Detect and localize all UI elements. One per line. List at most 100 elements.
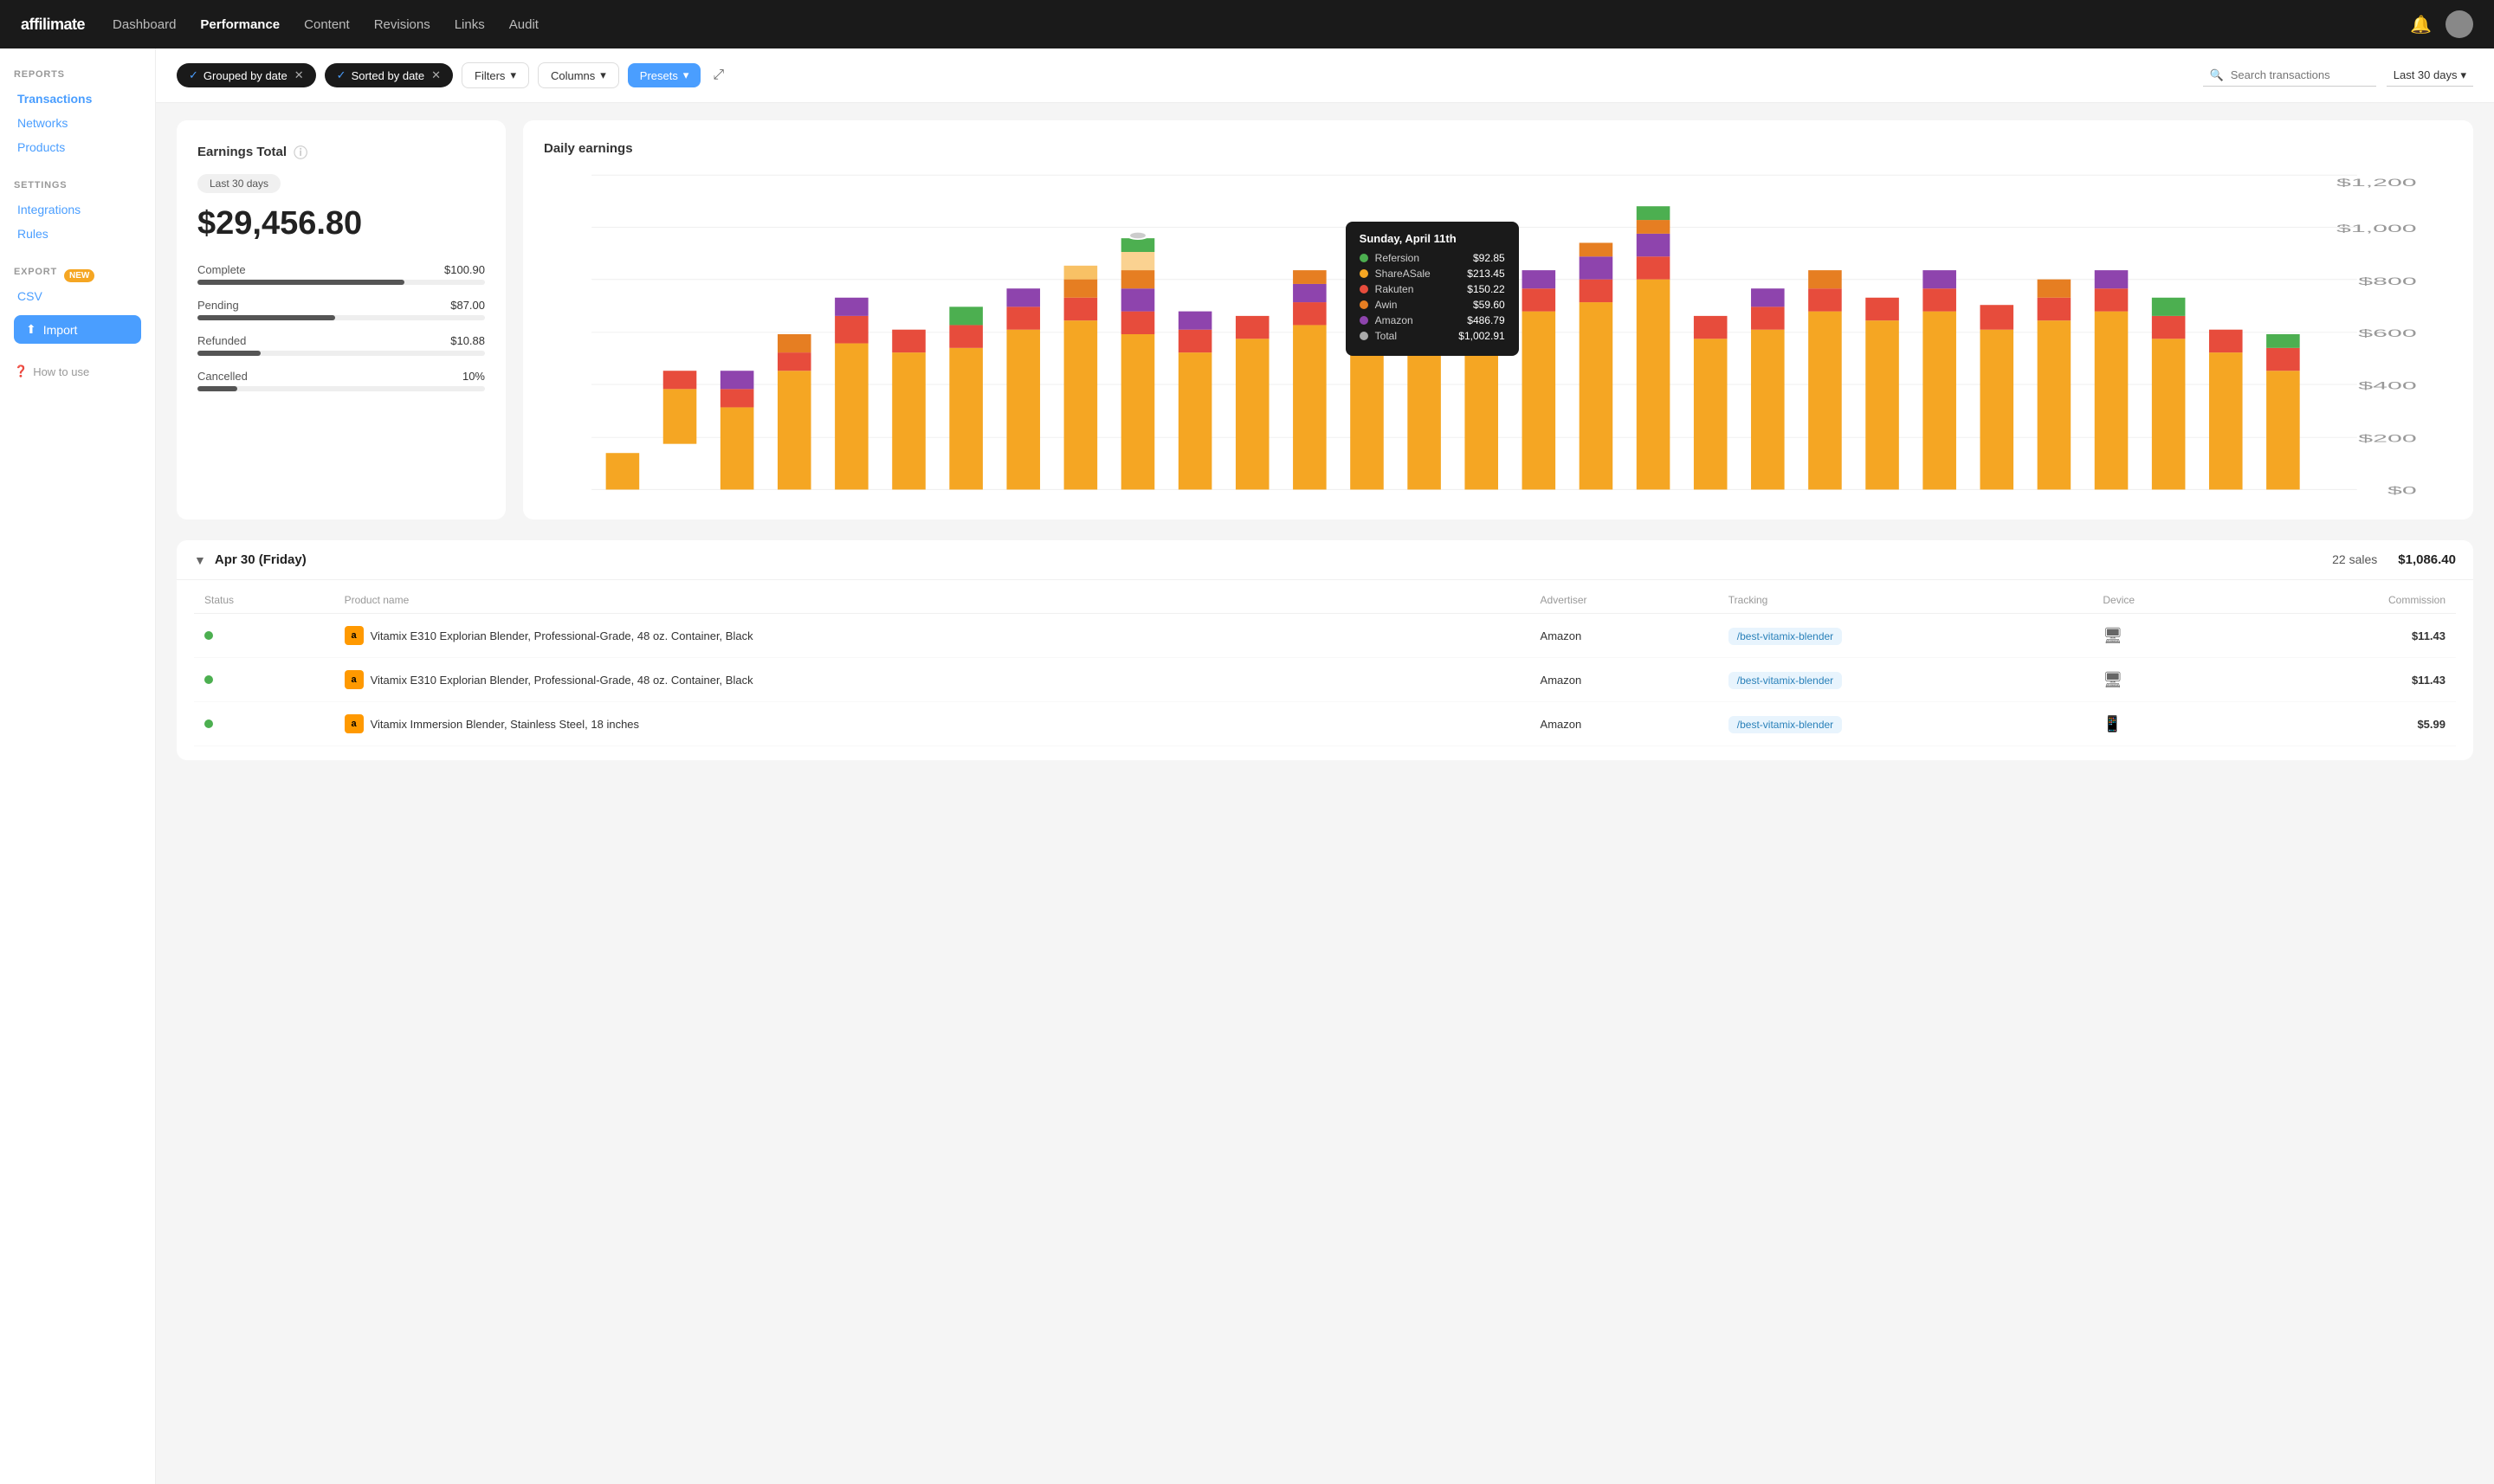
upload-icon: ⬆ <box>26 322 36 337</box>
row-tracking: /best-vitamix-blender <box>1718 702 2093 746</box>
tooltip-awin-name: Awin <box>1375 299 1466 311</box>
status-dot-green-3 <box>204 719 213 728</box>
row-device: 🖥 <box>2092 614 2239 658</box>
tracking-tag-2[interactable]: /best-vitamix-blender <box>1728 672 1842 689</box>
desktop-icon-2: 🖥 <box>2103 671 2122 688</box>
sidebar-reports-section: REPORTS Transactions Networks Products <box>14 69 141 159</box>
tracking-tag[interactable]: /best-vitamix-blender <box>1728 628 1842 645</box>
stat-pending: Pending $87.00 <box>197 299 485 320</box>
grouped-by-date-tag[interactable]: ✓ Grouped by date ✕ <box>177 63 316 87</box>
search-box[interactable]: 🔍 <box>2203 65 2376 87</box>
sidebar-export-label: EXPORT <box>14 267 57 277</box>
collapse-icon[interactable]: ▼ <box>194 553 206 567</box>
row-product: a Vitamix Immersion Blender, Stainless S… <box>334 702 1530 746</box>
search-input[interactable] <box>2231 68 2369 81</box>
group-total: $1,086.40 <box>2398 552 2456 567</box>
filters-button[interactable]: Filters ▾ <box>462 62 529 88</box>
chart-area: Sunday, April 11th Refersion $92.85 Shar… <box>544 170 2452 499</box>
toolbar: ✓ Grouped by date ✕ ✓ Sorted by date ✕ F… <box>156 48 2494 103</box>
svg-text:$600: $600 <box>2358 328 2416 339</box>
amazon-brand-icon: a <box>345 626 364 645</box>
tooltip-refersion-val: $92.85 <box>1473 252 1505 264</box>
date-group-header[interactable]: ▼ Apr 30 (Friday) 22 sales $1,086.40 <box>177 540 2473 580</box>
expand-icon[interactable]: ⤢ <box>713 68 724 83</box>
top-panels: Earnings Total ⓘ Last 30 days $29,456.80… <box>177 120 2473 519</box>
main-layout: REPORTS Transactions Networks Products S… <box>0 48 2494 1484</box>
tooltip-refersion-name: Refersion <box>1375 252 1466 264</box>
avatar[interactable] <box>2446 10 2473 38</box>
how-to-use[interactable]: ❓ How to use <box>14 365 141 378</box>
amazon-brand-icon-2: a <box>345 670 364 689</box>
stat-pending-label: Pending <box>197 299 239 312</box>
sidebar-item-rules[interactable]: Rules <box>14 222 141 246</box>
rakuten-dot <box>1360 285 1368 294</box>
nav-links[interactable]: Links <box>455 17 485 32</box>
awin-dot <box>1360 300 1368 309</box>
svg-text:$200: $200 <box>2358 433 2416 444</box>
sidebar-export-section: EXPORT NEW CSV ⬆ Import <box>14 267 141 344</box>
chevron-down-icon-4: ▾ <box>2460 68 2466 82</box>
group-sales: 22 sales <box>2332 552 2377 567</box>
presets-button[interactable]: Presets ▾ <box>628 63 701 87</box>
notification-bell-icon[interactable]: 🔔 <box>2410 14 2432 35</box>
row-advertiser: Amazon <box>1530 614 1718 658</box>
close-grouped-icon[interactable]: ✕ <box>294 68 304 82</box>
svg-text:$400: $400 <box>2358 380 2416 391</box>
logo[interactable]: affilimate <box>21 16 85 34</box>
total-amount: $29,456.80 <box>197 205 485 242</box>
period-badge: Last 30 days <box>197 174 281 193</box>
import-button[interactable]: ⬆ Import <box>14 315 141 344</box>
row-advertiser: Amazon <box>1530 658 1718 702</box>
check-icon-2: ✓ <box>337 68 346 82</box>
desktop-icon: 🖥 <box>2103 627 2122 644</box>
nav-audit[interactable]: Audit <box>509 17 539 32</box>
chart-title: Daily earnings <box>544 141 2452 156</box>
nav-performance[interactable]: Performance <box>200 17 280 32</box>
total-dot <box>1360 332 1368 340</box>
stat-cancelled: Cancelled 10% <box>197 370 485 391</box>
transactions-table: Status Product name Advertiser Tracking … <box>194 587 2456 746</box>
nav-content[interactable]: Content <box>304 17 350 32</box>
chart-tooltip: Sunday, April 11th Refersion $92.85 Shar… <box>1346 222 1519 356</box>
sidebar-item-networks[interactable]: Networks <box>14 111 141 135</box>
columns-button[interactable]: Columns ▾ <box>538 62 619 88</box>
nav-revisions[interactable]: Revisions <box>374 17 430 32</box>
help-icon: ❓ <box>14 365 28 378</box>
svg-text:$0: $0 <box>2387 485 2417 496</box>
group-summary: 22 sales $1,086.40 <box>2332 552 2456 567</box>
row-product: a Vitamix E310 Explorian Blender, Profes… <box>334 614 1530 658</box>
row-status <box>194 702 334 746</box>
mobile-icon: 📱 <box>2103 715 2122 732</box>
row-device: 📱 <box>2092 702 2239 746</box>
earnings-title-row: Earnings Total ⓘ <box>197 141 485 162</box>
tooltip-total: Total $1,002.91 <box>1360 330 1505 342</box>
tracking-tag-3[interactable]: /best-vitamix-blender <box>1728 716 1842 733</box>
row-status <box>194 658 334 702</box>
sorted-by-date-tag[interactable]: ✓ Sorted by date ✕ <box>325 63 453 87</box>
grouped-by-date-label: Grouped by date <box>204 69 288 82</box>
row-device: 🖥 <box>2092 658 2239 702</box>
nav-dashboard[interactable]: Dashboard <box>113 17 176 32</box>
sidebar-item-csv[interactable]: CSV <box>14 284 141 308</box>
date-range-selector[interactable]: Last 30 days ▾ <box>2387 65 2473 87</box>
tooltip-amazon-val: $486.79 <box>1467 314 1504 326</box>
table-row: a Vitamix E310 Explorian Blender, Profes… <box>194 658 2456 702</box>
close-sorted-icon[interactable]: ✕ <box>431 68 441 82</box>
stat-refunded-label: Refunded <box>197 334 246 347</box>
sidebar-item-transactions[interactable]: Transactions <box>14 87 141 111</box>
sidebar: REPORTS Transactions Networks Products S… <box>0 48 156 1484</box>
tooltip-awin-val: $59.60 <box>1473 299 1505 311</box>
tooltip-awin: Awin $59.60 <box>1360 299 1505 311</box>
sidebar-item-integrations[interactable]: Integrations <box>14 197 141 222</box>
sidebar-item-products[interactable]: Products <box>14 135 141 159</box>
info-icon[interactable]: ⓘ <box>294 141 307 162</box>
svg-text:$800: $800 <box>2358 275 2416 287</box>
svg-text:$1,000: $1,000 <box>2336 223 2417 234</box>
stat-complete: Complete $100.90 <box>197 263 485 285</box>
check-icon: ✓ <box>189 68 198 82</box>
col-status: Status <box>194 587 334 614</box>
main-content: ✓ Grouped by date ✕ ✓ Sorted by date ✕ F… <box>156 48 2494 1484</box>
table-wrapper: Status Product name Advertiser Tracking … <box>177 587 2473 760</box>
tooltip-amazon: Amazon $486.79 <box>1360 314 1505 326</box>
new-badge: NEW <box>64 269 94 282</box>
